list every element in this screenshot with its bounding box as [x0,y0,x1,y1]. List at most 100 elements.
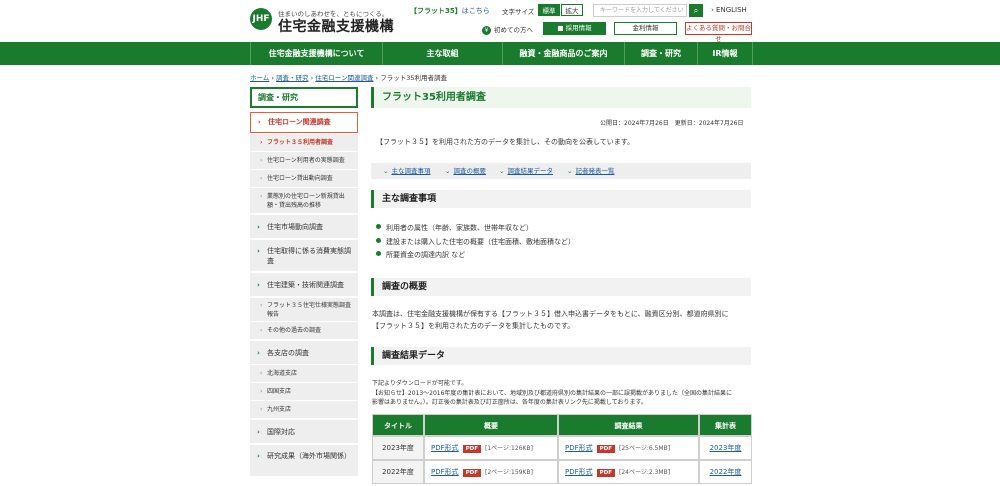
sidebar-item-lending-balance[interactable]: 業態別の住宅ローン新規貸出額・貸出残高の推移 [250,188,358,214]
gnav-ir[interactable]: IR情報 [697,42,752,65]
sidebar-item-branches[interactable]: 各支店の調査 [250,341,358,365]
first-time-label[interactable]: 初めての方へ [494,26,533,34]
sidebar-item-past[interactable]: その他の過去の調査 [250,322,358,340]
gnav-initiatives[interactable]: 主な取組 [382,42,502,65]
section-heading-main-items: 主な調査事項 [371,190,751,208]
table-cell-result: PDF形式 PDF [25ページ:6.5MB] [558,436,699,460]
faq-button[interactable]: よくある質問・お問合せ [685,22,752,43]
breadcrumb: ホーム › 調査・研究 › 住宅ローン関連調査 › フラット35利用者調査 [250,72,447,82]
result-pdf-link[interactable]: PDF形式 [565,468,593,476]
tables-link[interactable]: 2023年度 [700,437,751,459]
breadcrumb-current: フラット35利用者調査 [380,74,447,82]
anchor-label[interactable]: 調査結果データ [507,167,553,175]
anchor-link-main-items[interactable]: ⌄ 主な調査事項 [383,163,430,179]
sidebar-item-international[interactable]: 国際対応 [250,420,358,444]
list-item: 所要資金の調達内訳 など [376,250,465,260]
sidebar-item-consumption[interactable]: 住宅取得に係る消費実態調査 [250,240,358,272]
logo-icon[interactable]: JHF [250,8,272,30]
sidebar-item-market[interactable]: 住宅市場動向調査 [250,215,358,239]
first-time-link[interactable]: ¥ 初めての方へ [482,24,533,35]
nav-divider [752,42,753,65]
table-cell-tables: 2023年度 [699,436,752,460]
breadcrumb-home[interactable]: ホーム [250,74,269,82]
sidebar-item-loan-users[interactable]: 住宅ローン利用者の実態調査 [250,152,358,170]
chevron-down-icon: ⌄ [499,167,505,175]
sidebar-item-lending-trend[interactable]: 住宅ローン貸出動向調査 [250,170,358,188]
summary-pdf-link[interactable]: PDF形式 [431,444,459,452]
english-link[interactable]: › ENGLISH [711,6,747,14]
sidebar-item-loan-research[interactable]: 住宅ローン関連調査 [250,112,358,133]
sidebar-item-hokkaido[interactable]: 北海道支店 [250,365,358,383]
anchor-link-overview[interactable]: ⌄ 調査の概要 [445,163,486,179]
anchor-label[interactable]: 記者発表一覧 [575,167,614,175]
anchor-label[interactable]: 調査の概要 [453,167,486,175]
section-heading-results: 調査結果データ [371,347,751,365]
tables-link[interactable]: 2022年度 [700,461,751,483]
gnav-loans[interactable]: 融資・金融商品のご案内 [502,42,624,65]
table-cell-year: 2022年度 [372,460,424,484]
download-note: 下記よりダウンロードが可能です。 [372,380,468,387]
sidebar-item-flat35[interactable]: フラット３５利用者調査 [250,134,358,152]
overview-line-2: 【フラット３５】を利用された方のデータを集計したものです。 [372,322,575,330]
sidebar-item-kyushu[interactable]: 九州支店 [250,401,358,419]
file-size: [1ページ:126KB] [485,445,533,452]
site-header: JHF 住まいのしあわせを、ともにつくる。 住宅金融支援機構 【フラット35】は… [0,0,1000,43]
file-size: [24ページ:2.3MB] [619,469,671,476]
anchor-link-results[interactable]: ⌄ 調査結果データ [499,163,553,179]
file-size: [25ページ:6.5MB] [619,445,671,452]
anchor-label[interactable]: 主な調査事項 [391,167,430,175]
sidebar-item-flat35-spec[interactable]: フラット３５住宅仕様実態調査報告 [250,298,358,322]
person-icon: ■ [557,24,566,32]
breadcrumb-loan[interactable]: 住宅ローン関連調査 [315,74,373,82]
gnav-about[interactable]: 住宅金融支援機構について [250,42,382,65]
table-header: 集計表 [699,414,752,436]
notice-line-2: 影響はありません。）。訂正後の集計表及び訂正箇所は、各年度の集計表リンク先に掲載… [372,399,647,406]
overview-line-1: 本調査は、住宅金融支援機構が保有する【フラット３５】借入申込書データをもとに、融… [372,310,729,318]
table-cell-tables: 2022年度 [699,460,752,484]
chevron-down-icon: ⌄ [383,167,389,175]
global-nav: 住宅金融支援機構について 主な取組 融資・金融商品のご案内 調査・研究 IR情報 [0,42,1000,65]
table-header: 調査結果 [558,414,699,436]
page-title: フラット35利用者調査 [371,87,751,108]
rates-button[interactable]: 金利情報 [614,22,677,35]
sidebar-item-building[interactable]: 住宅建築・技術関連調査 [250,273,358,297]
pdf-icon: PDF [596,445,615,453]
font-size-label: 文字サイズ [502,8,535,16]
font-standard-button[interactable]: 標準 [538,4,560,16]
flat35-prefix: 【フラット35】 [410,7,462,15]
chevron-down-icon: ⌄ [445,167,451,175]
list-item: 利用者の属性（年齢、家族数、世帯年収など） [376,223,533,233]
flat35-link-text[interactable]: はこちら [462,7,490,15]
summary-pdf-link[interactable]: PDF形式 [431,468,459,476]
section-heading-overview: 調査の概要 [371,278,751,296]
anchor-link-press[interactable]: ⌄ 記者発表一覧 [567,163,614,179]
recruit-button[interactable]: ■ 採用情報 [543,22,606,35]
org-name[interactable]: 住宅金融支援機構 [278,16,394,36]
recruit-label[interactable]: 採用情報 [566,24,592,32]
published-date: 公開日：2024年7月26日 [600,120,669,127]
pdf-icon: PDF [462,469,481,477]
updated-date: 更新日：2024年7月26日 [674,120,744,127]
result-pdf-link[interactable]: PDF形式 [565,444,593,452]
breadcrumb-research[interactable]: 調査・研究 [276,74,309,82]
pdf-icon: PDF [462,445,481,453]
gnav-research[interactable]: 調査・研究 [624,42,697,65]
page-dates: 公開日：2024年7月26日 更新日：2024年7月26日 [600,118,743,127]
table-header: 概要 [424,414,558,436]
english-label[interactable]: ENGLISH [716,6,747,14]
lead-text: 【フラット３５】を利用された方のデータを集計し、その動向を公表しています。 [376,138,635,146]
anchor-nav: ⌄ 主な調査事項 ⌄ 調査の概要 ⌄ 調査結果データ ⌄ 記者発表一覧 [371,163,751,179]
font-large-button[interactable]: 拡大 [561,4,583,16]
sidebar-heading[interactable]: 調査・研究 [250,87,358,108]
sidebar-item-overseas[interactable]: 研究成果（海外市場関係） [250,445,358,477]
flat35-link[interactable]: 【フラット35】はこちら [410,6,490,16]
chevron-right-icon: › [711,6,714,14]
pdf-icon: PDF [596,469,615,477]
search-icon[interactable]: ⌕ [689,4,703,17]
sidebar-item-shikoku[interactable]: 四国支店 [250,383,358,401]
chevron-down-icon: ⌄ [567,167,573,175]
file-size: [2ページ:159KB] [485,469,533,476]
table-cell-summary: PDF形式 PDF [2ページ:159KB] [424,460,558,484]
search-input[interactable]: キーワードを入力してください [593,4,687,17]
table-cell-summary: PDF形式 PDF [1ページ:126KB] [424,436,558,460]
